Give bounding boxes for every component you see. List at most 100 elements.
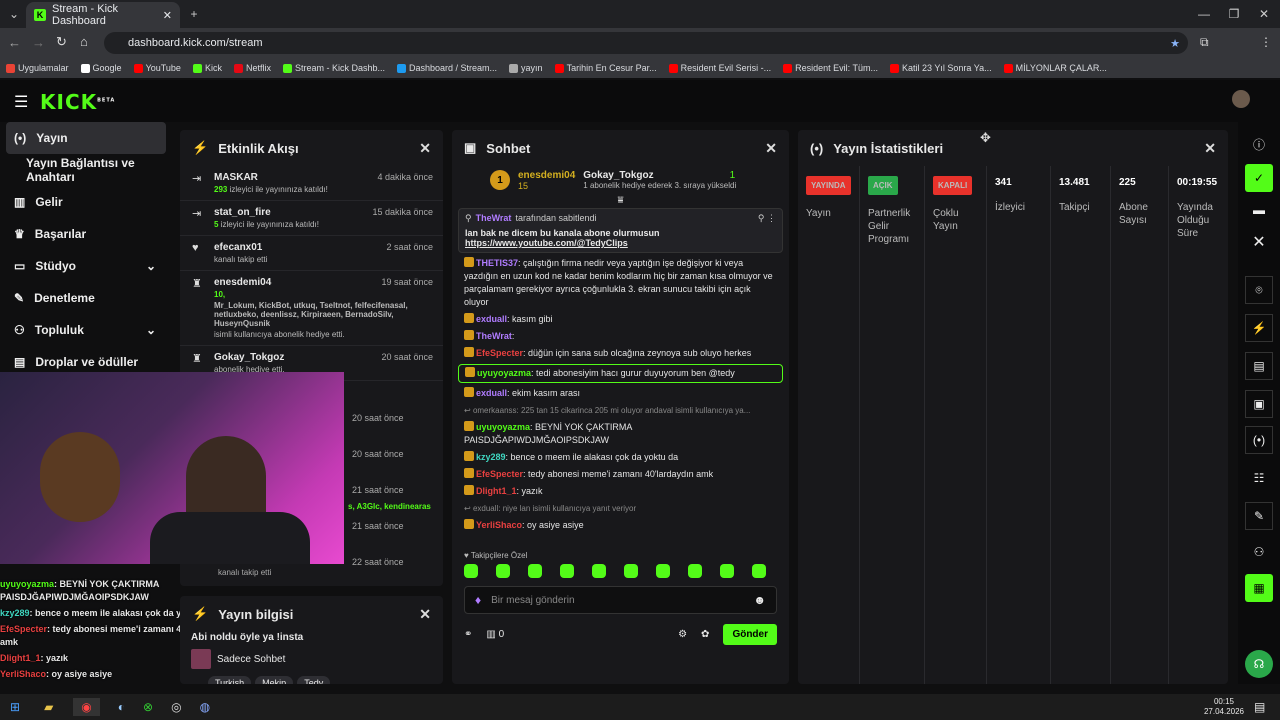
pinned-by[interactable]: TheWrat [476, 213, 512, 224]
chat-messages[interactable]: THETIS37: çalıştığın firma nedir veya ya… [452, 255, 789, 551]
chat-message[interactable]: kzy289: bence o meem ile alakası çok da … [452, 449, 789, 466]
connect-icon[interactable]: ⚭ [464, 629, 472, 640]
xbox-icon[interactable]: ⊗ [143, 700, 153, 714]
sidebar-item-topluluk[interactable]: ⚇ Topluluk ⌄ [0, 314, 172, 346]
emote-icon[interactable] [496, 564, 510, 578]
bookmark-item[interactable]: Uygulamalar [6, 63, 69, 73]
users-icon[interactable]: ⚇ [1245, 538, 1273, 566]
extensions-icon[interactable]: ⧉ [1200, 35, 1209, 50]
sidebar-item-yayin[interactable]: (•) Yayın [6, 122, 166, 154]
bookmark-star-icon[interactable]: ★ [1170, 37, 1180, 50]
chat-message[interactable]: Dlight1_1: yazık [452, 483, 789, 500]
chat-username[interactable]: THETIS37 [476, 258, 518, 268]
tag[interactable]: Tedy [297, 676, 331, 684]
chat-message[interactable]: EfeSpecter: tedy abonesi meme'i zamanı 4… [452, 466, 789, 483]
close-icon[interactable]: ✕ [1245, 228, 1273, 256]
info-icon[interactable]: ⓘ [1245, 130, 1273, 158]
camera-icon[interactable]: ⌾ [1245, 276, 1273, 304]
new-tab-button[interactable]: + [184, 4, 204, 24]
bookmark-item[interactable]: Katil 23 Yıl Sonra Ya... [890, 63, 992, 73]
mod-icon[interactable]: ☷ [1245, 464, 1273, 492]
app-icon[interactable]: ◍ [200, 700, 210, 714]
pinned-link[interactable]: https://www.youtube.com/@TedyClips [465, 238, 776, 248]
support-icon[interactable]: ☊ [1245, 650, 1273, 678]
clapper-icon[interactable]: ▦ [1245, 574, 1273, 602]
emote-icon[interactable] [464, 564, 478, 578]
emote-icon[interactable] [560, 564, 574, 578]
emote-icon[interactable] [720, 564, 734, 578]
browser-menu-icon[interactable]: ⋮ [1260, 35, 1272, 49]
chat-message[interactable]: THETIS37: çalıştığın firma nedir veya ya… [452, 255, 789, 311]
tag[interactable]: Mekip [255, 676, 294, 684]
notification-icon[interactable]: ▤ [1254, 700, 1265, 714]
kick-logo[interactable]: KICKBETA [40, 90, 115, 114]
forward-icon[interactable]: → [32, 35, 45, 50]
lightning-icon[interactable]: ⚡ [1245, 314, 1273, 342]
close-icon[interactable]: ✕ [419, 140, 431, 157]
chat-message[interactable]: exduall: kasım gibi [452, 311, 789, 328]
emote-picker-icon[interactable]: ✿ [701, 629, 709, 640]
back-icon[interactable]: ← [8, 35, 21, 50]
emote-icon[interactable] [656, 564, 670, 578]
bookmark-item[interactable]: MİLYONLAR ÇALAR... [1003, 63, 1107, 73]
chat-username[interactable]: uyuyoyazma [476, 422, 530, 432]
info-panel-icon[interactable]: ▤ [1245, 352, 1273, 380]
bookmark-item[interactable]: yayın [509, 63, 543, 73]
close-tab-icon[interactable]: ✕ [163, 9, 172, 22]
bookmark-item[interactable]: Google [80, 63, 122, 73]
emote-icon[interactable] [624, 564, 638, 578]
broadcast-icon[interactable]: (•) [1245, 426, 1273, 454]
chat-input[interactable]: ♦ Bir mesaj gönderin ☻ [464, 586, 777, 614]
chat-message[interactable]: uyuyoyazma: tedi abonesiyim hacı gurur d… [458, 364, 783, 383]
collapse-icon[interactable]: ⩸ [452, 195, 789, 206]
chat-message[interactable]: YerliShaco: oy asiye asiye [452, 517, 789, 534]
explorer-icon[interactable]: ▰ [44, 700, 53, 714]
window-close-icon[interactable]: ✕ [1254, 4, 1274, 24]
tab-search-icon[interactable]: ⌄ [4, 4, 24, 24]
emote-icon[interactable] [688, 564, 702, 578]
chat-message[interactable]: exduall: ekim kasım arası [452, 385, 789, 402]
minimize-icon[interactable]: — [1194, 4, 1214, 24]
chat-message[interactable]: uyuyoyazma: BEYNİ YOK ÇAKTIRMA PAISDJĞAP… [452, 419, 789, 449]
sidebar-item-basarilar[interactable]: ♛ Başarılar [0, 218, 172, 250]
chat-username[interactable]: EfeSpecter [476, 348, 523, 358]
sidebar-item-stream-key[interactable]: Yayın Bağlantısı ve Anahtarı [0, 154, 172, 186]
top-user-2[interactable]: Gokay_Tokgoz [583, 170, 653, 181]
chat-message[interactable]: TheWrat: [452, 328, 789, 345]
layout-icon[interactable]: ▬ [1245, 196, 1273, 224]
maximize-icon[interactable]: ❐ [1224, 4, 1244, 24]
chat-username[interactable]: exduall [476, 388, 507, 398]
bookmark-item[interactable]: Kick [192, 63, 222, 73]
avatar[interactable] [1232, 90, 1250, 108]
chat-username[interactable]: YerliShaco [476, 520, 522, 530]
chat-username[interactable]: TheWrat [476, 331, 512, 341]
steam-icon[interactable]: ◐ [118, 700, 125, 714]
close-icon[interactable]: ✕ [419, 606, 431, 623]
wrench-icon[interactable]: ✎ [1245, 502, 1273, 530]
close-icon[interactable]: ✕ [1204, 140, 1216, 157]
mic-icon[interactable]: ♦ [475, 593, 481, 607]
sidebar-item-studyo[interactable]: ▭ Stüdyo ⌄ [0, 250, 172, 282]
bookmark-item[interactable]: YouTube [133, 63, 181, 73]
browser-tab[interactable]: K Stream - Kick Dashboard ✕ [26, 2, 180, 28]
emoji-icon[interactable]: ☻ [753, 593, 766, 607]
bookmark-item[interactable]: Tarihin En Cesur Par... [554, 63, 657, 73]
url-input[interactable]: dashboard.kick.com/stream ★ [104, 32, 1188, 54]
check-icon[interactable]: ✓ [1245, 164, 1273, 192]
send-button[interactable]: Gönder [723, 624, 777, 645]
chat-message[interactable]: EfeSpecter: düğün için sana sub olcağına… [452, 345, 789, 362]
home-icon[interactable]: ⌂ [80, 34, 88, 49]
hamburger-menu-icon[interactable]: ☰ [14, 92, 28, 112]
tag[interactable]: Turkish [208, 676, 252, 684]
chat-username[interactable]: uyuyoyazma [477, 368, 531, 378]
event-user[interactable]: efecanx01 [214, 242, 262, 253]
emote-icon[interactable] [528, 564, 542, 578]
top-user-1[interactable]: enesdemi04 [518, 170, 575, 181]
chat-username[interactable]: Dlight1_1 [476, 486, 517, 496]
system-clock[interactable]: 00:15 27.04.2026 [1204, 697, 1244, 717]
close-icon[interactable]: ✕ [765, 140, 777, 157]
sidebar-item-gelir[interactable]: ▥ Gelir [0, 186, 172, 218]
bookmark-item[interactable]: Netflix [233, 63, 271, 73]
obs-icon[interactable]: ◎ [171, 700, 181, 714]
event-user[interactable]: MASKAR [214, 172, 258, 183]
